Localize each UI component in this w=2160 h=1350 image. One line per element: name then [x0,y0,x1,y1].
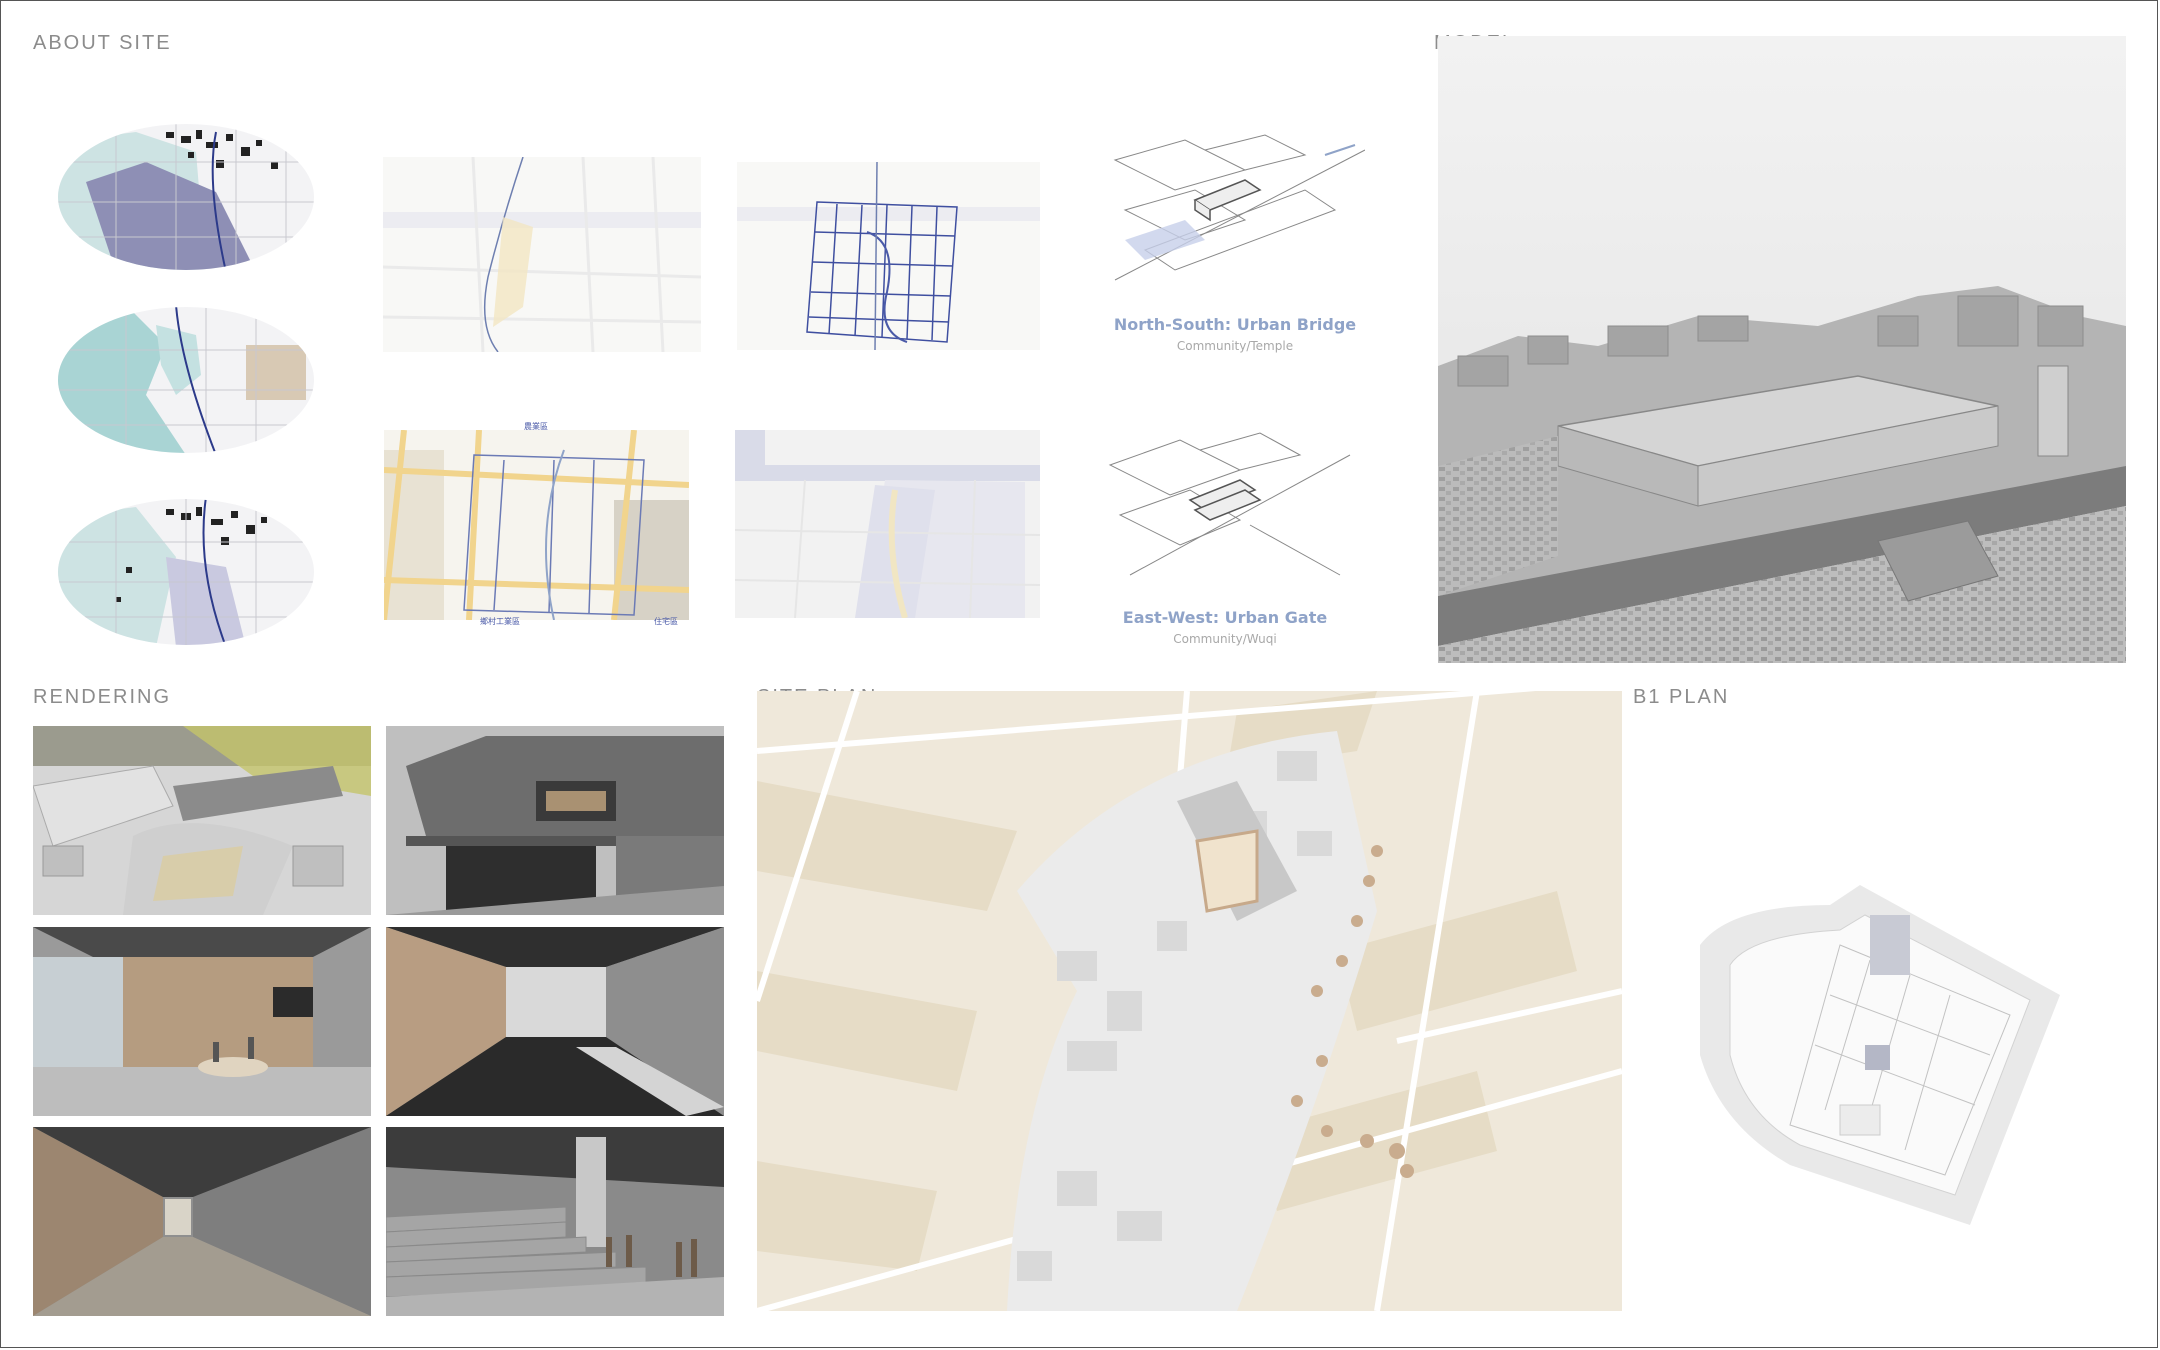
axon-diagram-east-west [1100,425,1360,585]
rendering-corridor [33,1127,371,1316]
rendering-amphitheater [386,1127,724,1316]
site-map-d [735,430,1040,618]
b1-plan-drawing [1690,885,2070,1225]
b1-plan-title: B1 PLAN [1633,686,1730,708]
diagram-east-west-title: East-West: Urban Gate [1122,608,1328,627]
rendering-meeting-room [33,927,371,1116]
ellipse-map-2 [56,305,316,455]
zoning-label-top: 農業區 [524,422,548,431]
zoning-label-bottom-left: 鄉村工業區 [480,617,520,626]
rendering-title: RENDERING [33,686,172,708]
rendering-aerial [33,726,371,915]
rendering-water-court [386,927,724,1116]
axon-diagram-north-south [1105,130,1365,290]
site-plan-drawing [757,691,1622,1311]
diagram-east-west-subtitle: Community/Wuqi [1173,632,1277,646]
diagram-north-south-title: North-South: Urban Bridge [1113,315,1357,334]
zoning-label-bottom-right: 住宅區 [654,617,678,626]
ellipse-map-1 [56,122,316,272]
model-photo [1438,36,2126,663]
rendering-facade [386,726,724,915]
site-map-zoning: 農業區 農業區 鄉村工業區 住宅區 [384,422,689,626]
diagram-north-south-subtitle: Community/Temple [1176,339,1294,353]
site-map-b [737,162,1040,350]
site-map-a [383,157,701,352]
ellipse-map-3 [56,497,316,647]
about-site-title: ABOUT SITE [33,32,172,54]
